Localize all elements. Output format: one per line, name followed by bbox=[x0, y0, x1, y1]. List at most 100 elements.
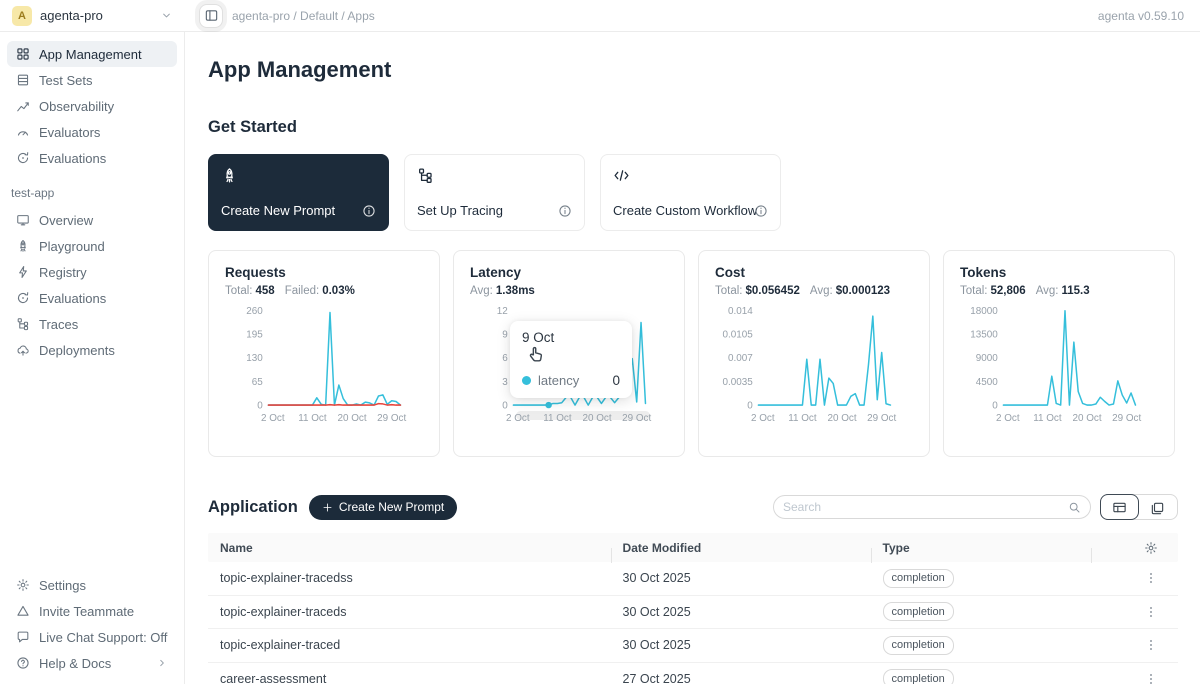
type-tag: completion bbox=[883, 636, 954, 655]
stat-card-cost: Cost Total:$0.056452Avg:$0.000123 0 0.0035 0… bbox=[698, 250, 930, 457]
table-row[interactable]: topic-explainer-tracedss30 Oct 2025compl… bbox=[208, 562, 1178, 596]
sidebar-item-observability[interactable]: Observability bbox=[7, 93, 177, 119]
grid-icon bbox=[16, 47, 30, 61]
search-input[interactable] bbox=[783, 500, 1068, 514]
get-started-card-create-new-prompt[interactable]: Create New Prompt bbox=[208, 154, 389, 231]
stat-card-summary: Avg:1.38ms bbox=[470, 285, 668, 297]
sidebar-item-deployments[interactable]: Deployments bbox=[7, 337, 177, 363]
sidebar-item-label: Live Chat Support: Off bbox=[39, 630, 167, 645]
table-rows-icon bbox=[16, 73, 30, 87]
sidebar-item-playground[interactable]: Playground bbox=[7, 233, 177, 259]
plus-icon bbox=[322, 502, 333, 513]
column-header-type: Type bbox=[871, 541, 1091, 555]
gear-icon bbox=[1144, 541, 1158, 555]
sidebar-item-label: Settings bbox=[39, 578, 86, 593]
sidebar-item-evaluators[interactable]: Evaluators bbox=[7, 119, 177, 145]
sidebar-item-app-management[interactable]: App Management bbox=[7, 41, 177, 67]
svg-text:12: 12 bbox=[497, 306, 508, 317]
rocket-icon bbox=[16, 239, 30, 253]
dots-vertical-icon bbox=[1144, 672, 1158, 684]
type-tag: completion bbox=[883, 669, 954, 684]
row-menu-button[interactable] bbox=[1091, 638, 1178, 652]
svg-text:29 Oct: 29 Oct bbox=[1112, 413, 1141, 424]
stat-card-title: Tokens bbox=[960, 265, 1158, 280]
svg-text:0: 0 bbox=[502, 400, 508, 411]
sidebar-item-live-chat-support-off[interactable]: Live Chat Support: Off bbox=[7, 624, 177, 650]
get-started-card-create-custom-workflow[interactable]: Create Custom Workflow bbox=[600, 154, 781, 231]
svg-text:20 Oct: 20 Oct bbox=[337, 413, 366, 424]
cell-type: completion bbox=[871, 669, 1091, 684]
svg-text:3: 3 bbox=[502, 377, 508, 388]
row-menu-button[interactable] bbox=[1091, 672, 1178, 684]
stat-card-title: Cost bbox=[715, 265, 913, 280]
dots-vertical-icon bbox=[1144, 571, 1158, 585]
page-title: App Management bbox=[208, 56, 1178, 84]
application-heading: Application bbox=[208, 498, 298, 517]
get-started-heading: Get Started bbox=[208, 118, 1178, 137]
svg-text:0: 0 bbox=[747, 400, 753, 411]
row-menu-button[interactable] bbox=[1091, 571, 1178, 585]
sidebar-item-settings[interactable]: Settings bbox=[7, 572, 177, 598]
svg-text:0.0035: 0.0035 bbox=[722, 377, 753, 388]
table-body: topic-explainer-tracedss30 Oct 2025compl… bbox=[208, 562, 1178, 684]
sidebar-toggle-button[interactable] bbox=[199, 4, 223, 28]
sidebar-item-overview[interactable]: Overview bbox=[7, 207, 177, 233]
info-icon[interactable] bbox=[754, 204, 768, 218]
type-tag: completion bbox=[883, 569, 954, 588]
info-icon[interactable] bbox=[362, 204, 376, 218]
cell-date-modified: 30 Oct 2025 bbox=[611, 605, 871, 619]
card-view-button[interactable] bbox=[1138, 495, 1177, 521]
table-settings-button[interactable] bbox=[1091, 541, 1178, 555]
chat-icon bbox=[16, 630, 30, 644]
table-row[interactable]: topic-explainer-traced30 Oct 2025complet… bbox=[208, 629, 1178, 663]
chevron-right-icon bbox=[156, 657, 168, 669]
svg-text:9: 9 bbox=[502, 330, 508, 341]
sidebar-item-registry[interactable]: Registry bbox=[7, 259, 177, 285]
sidebar-item-evaluations[interactable]: Evaluations bbox=[7, 145, 177, 171]
sidebar-item-label: Observability bbox=[39, 99, 114, 114]
table-row[interactable]: career-assessment27 Oct 2025completion bbox=[208, 663, 1178, 684]
workspace-selector[interactable]: A agenta-pro bbox=[0, 6, 185, 26]
stat-card-latency: LatencyAvg:1.38ms0369122 Oct11 Oct20 Oct… bbox=[453, 250, 685, 457]
create-new-prompt-label: Create New Prompt bbox=[339, 500, 444, 514]
help-icon bbox=[16, 656, 30, 670]
cell-name: topic-explainer-traceds bbox=[208, 605, 611, 619]
get-started-card-set-up-tracing[interactable]: Set Up Tracing bbox=[404, 154, 585, 231]
applications-table: Name Date Modified Type topic-explainer-… bbox=[208, 533, 1178, 684]
sidebar-item-label: Deployments bbox=[39, 343, 115, 358]
sidebar-item-invite-teammate[interactable]: Invite Teammate bbox=[7, 598, 177, 624]
sidebar-item-label: Evaluators bbox=[39, 125, 100, 140]
sidebar-item-help-docs[interactable]: Help & Docs bbox=[7, 650, 177, 676]
sidebar-item-test-sets[interactable]: Test Sets bbox=[7, 67, 177, 93]
get-started-cards: Create New Prompt Set Up TracingCreate Cu… bbox=[208, 154, 1178, 231]
create-new-prompt-button[interactable]: Create New Prompt bbox=[309, 495, 457, 520]
breadcrumb[interactable]: agenta-pro / Default / Apps bbox=[232, 9, 375, 23]
sidebar-footer-nav: Settings Invite Teammate Live Chat Support… bbox=[7, 572, 177, 676]
cell-type: completion bbox=[871, 636, 1091, 655]
svg-text:0.014: 0.014 bbox=[728, 306, 753, 317]
svg-text:2 Oct: 2 Oct bbox=[506, 413, 530, 424]
cost-chart[interactable]: 00.00350.0070.01050.0142 Oct11 Oct20 Oct… bbox=[715, 301, 915, 428]
stat-card-title: Requests bbox=[225, 265, 423, 280]
cursor-hand-icon bbox=[526, 345, 545, 364]
stat-card-tokens: TokensTotal:52,806Avg:115.30450090001350… bbox=[943, 250, 1175, 457]
tooltip-date: 9 Oct bbox=[522, 330, 620, 345]
table-row[interactable]: topic-explainer-traceds30 Oct 2025comple… bbox=[208, 596, 1178, 630]
info-icon[interactable] bbox=[558, 204, 572, 218]
svg-text:9000: 9000 bbox=[976, 353, 999, 364]
sidebar-item-evaluations[interactable]: Evaluations bbox=[7, 285, 177, 311]
sidebar-item-traces[interactable]: Traces bbox=[7, 311, 177, 337]
tokens-chart[interactable]: 04500900013500180002 Oct11 Oct20 Oct29 O… bbox=[960, 301, 1160, 428]
sidebar-item-label: Traces bbox=[39, 317, 78, 332]
sidebar-item-label: App Management bbox=[39, 47, 142, 62]
table-view-button[interactable] bbox=[1100, 494, 1139, 520]
svg-text:20 Oct: 20 Oct bbox=[827, 413, 856, 424]
requests-chart[interactable]: 0651301952602 Oct11 Oct20 Oct29 Oct bbox=[225, 301, 425, 428]
get-started-card-label: Create New Prompt bbox=[221, 203, 335, 218]
tooltip-series-name: latency bbox=[538, 373, 579, 388]
stat-card-summary: Total:$0.056452Avg:$0.000123 bbox=[715, 285, 913, 297]
search-icon[interactable] bbox=[1068, 501, 1081, 514]
row-menu-button[interactable] bbox=[1091, 605, 1178, 619]
sidebar-item-label: Playground bbox=[39, 239, 105, 254]
legend-dot bbox=[522, 376, 531, 385]
